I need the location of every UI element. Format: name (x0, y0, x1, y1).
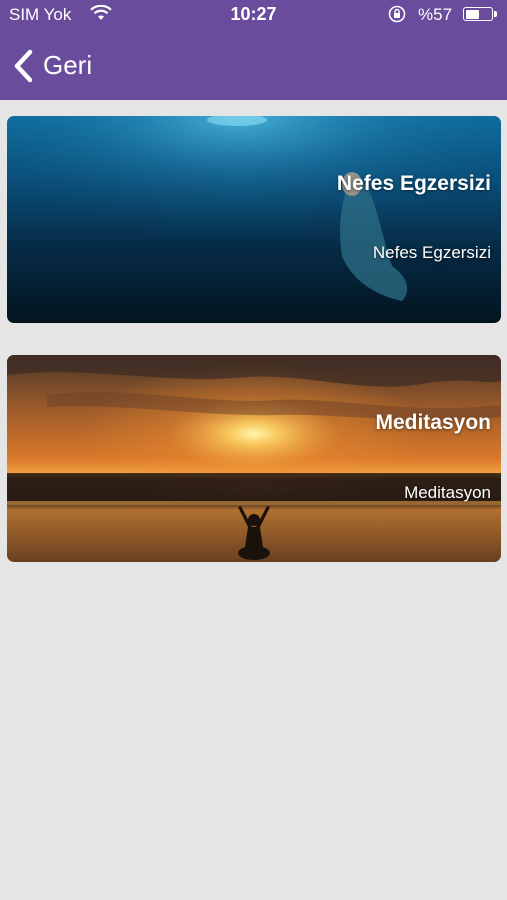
battery-icon (463, 7, 497, 21)
card-subtitle: Meditasyon (404, 483, 491, 502)
chevron-left-icon (14, 49, 33, 83)
sunset-beach-image (7, 355, 501, 562)
card-breathing-exercise[interactable]: Nefes Egzersizi Nefes Egzersizi (7, 116, 501, 323)
top-bar: SIM Yok 10:27 %57 Geri (0, 0, 507, 100)
underwater-image (7, 116, 501, 323)
battery-percent: %57 (418, 5, 453, 24)
card-title: Meditasyon (375, 411, 491, 434)
card-subtitle: Nefes Egzersizi (372, 243, 491, 262)
battery-fill (465, 9, 480, 19)
card-meditation[interactable]: Meditasyon Meditasyon (7, 355, 501, 562)
back-label: Geri (43, 50, 93, 80)
status-bar: SIM Yok 10:27 %57 (0, 0, 507, 30)
back-button[interactable]: Geri (10, 46, 110, 86)
orientation-lock-icon (387, 5, 407, 28)
card-title: Nefes Egzersizi (336, 172, 491, 195)
